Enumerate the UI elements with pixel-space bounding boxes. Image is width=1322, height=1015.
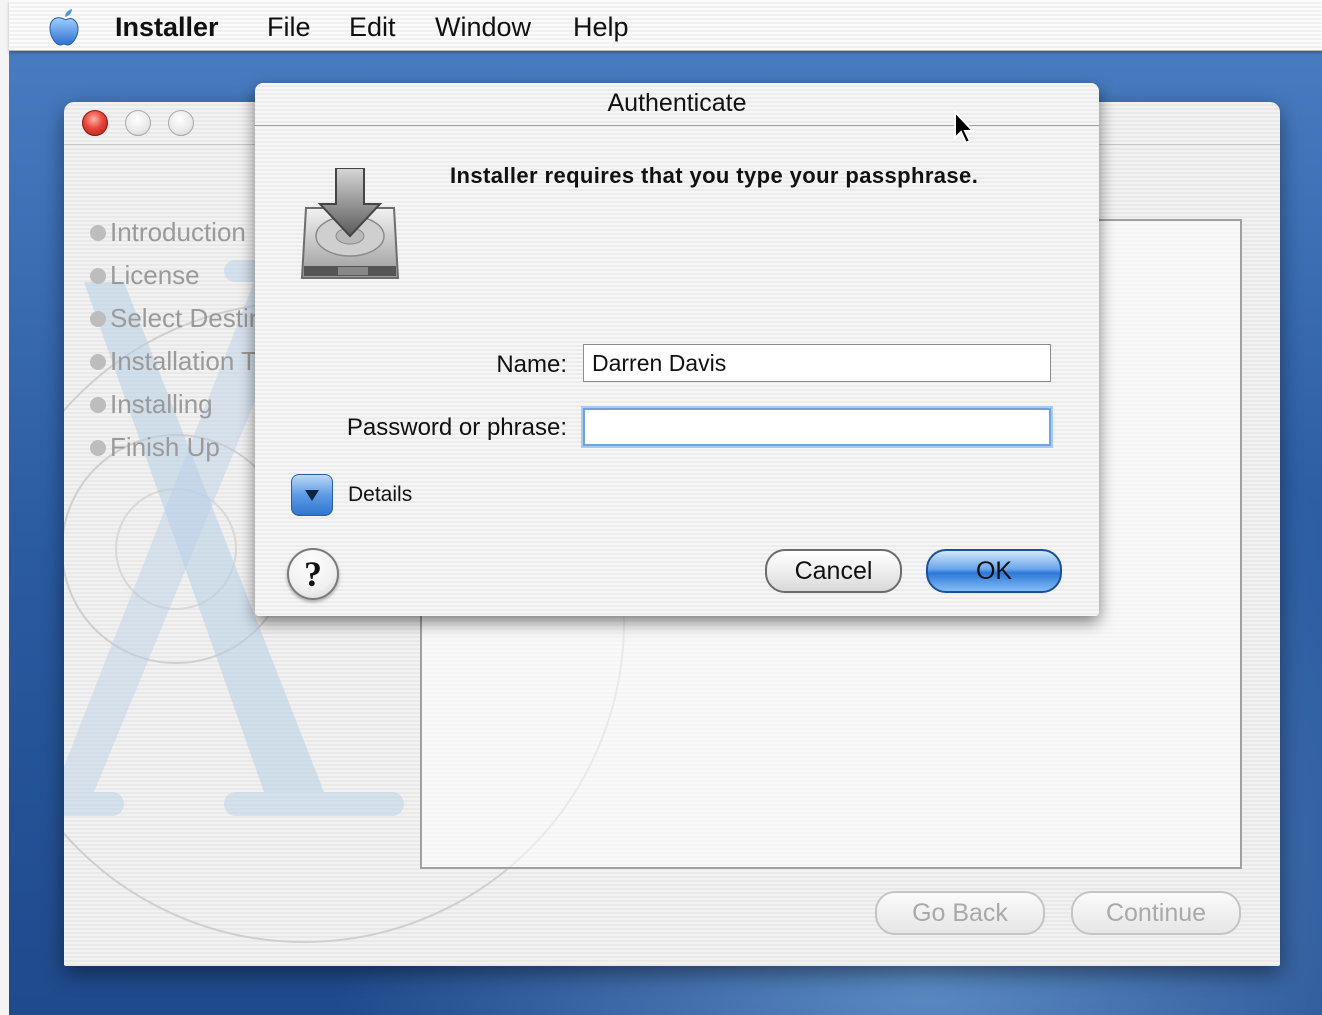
apple-menu-icon[interactable] [47,8,81,46]
details-label: Details [348,483,413,506]
details-disclosure-button[interactable] [291,474,333,516]
help-button[interactable]: ? [287,548,339,600]
menu-help[interactable]: Help [573,12,629,43]
password-label: Password or phrase: [346,414,567,441]
authenticate-dialog: Authenticate Installer requires that you… [255,83,1099,616]
installer-disk-icon [300,168,400,279]
mouse-pointer-icon [954,110,976,145]
step-finish-up: Finish Up [90,432,220,463]
menu-file[interactable]: File [267,12,311,43]
step-installing: Installing [90,389,213,420]
ok-button[interactable]: OK [926,549,1062,593]
menu-bar: Installer File Edit Window Help [9,0,1322,51]
screen-edge [0,0,9,1015]
menu-window[interactable]: Window [435,12,531,43]
name-label: Name: [496,351,567,378]
step-introduction: Introduction [90,217,246,248]
triangle-down-icon [305,490,319,501]
continue-button[interactable]: Continue [1071,891,1241,935]
menu-installer[interactable]: Installer [115,12,219,43]
go-back-button[interactable]: Go Back [875,891,1045,935]
cancel-button[interactable]: Cancel [765,549,902,593]
password-field[interactable] [583,408,1051,446]
step-license: License [90,260,200,291]
dialog-prompt-text: Installer requires that you type your pa… [450,163,979,188]
name-field[interactable] [583,344,1051,382]
menu-edit[interactable]: Edit [349,12,396,43]
